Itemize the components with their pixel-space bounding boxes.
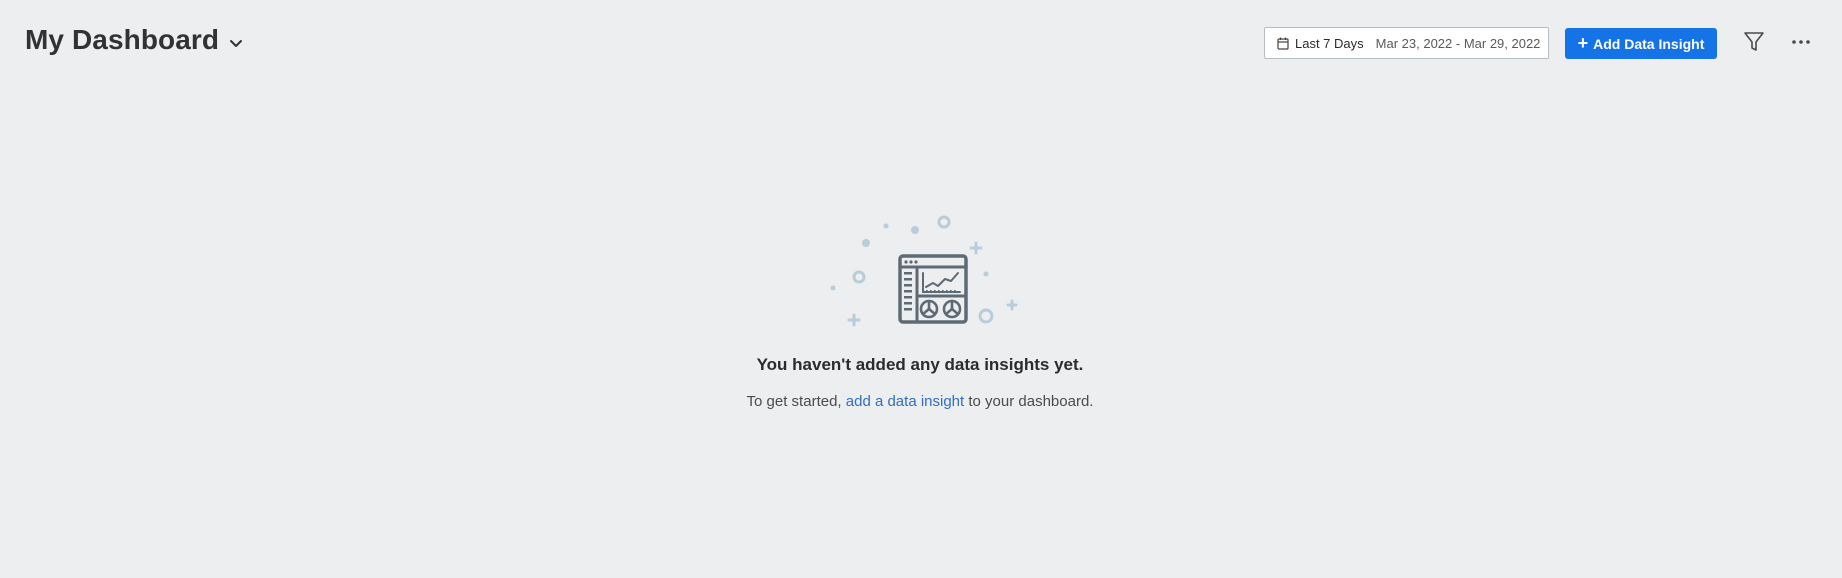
empty-state-heading: You haven't added any data insights yet. [756, 355, 1084, 374]
add-data-insight-link[interactable]: add a data insight [846, 393, 964, 410]
dashboard-title-dropdown[interactable]: My Dashboard [25, 24, 245, 56]
filter-icon[interactable] [1743, 30, 1765, 54]
date-range-label: Mar 23, 2022 - Mar 29, 2022 [1375, 35, 1541, 51]
empty-state-text-before: To get started, [746, 393, 842, 410]
plus-icon: + [1577, 33, 1589, 53]
empty-state-text-after: to your dashboard. [968, 393, 1094, 410]
empty-state: You haven't added any data insights yet.… [0, 210, 1842, 410]
add-data-insight-button[interactable]: + Add Data Insight [1565, 28, 1717, 59]
page-title: My Dashboard [25, 24, 220, 55]
empty-state-message: To get started, add a data insight to yo… [0, 393, 1841, 410]
date-range-picker[interactable]: Last 7 Days Mar 23, 2022 - Mar 29, 2022 [1264, 27, 1549, 59]
date-preset-label: Last 7 Days [1295, 35, 1364, 51]
dashboard-header: My Dashboard Last 7 Days Mar 23, 2022 - … [0, 0, 1842, 86]
add-data-insight-label: Add Data Insight [1593, 35, 1705, 52]
dashboard-illustration [830, 215, 1018, 327]
chevron-down-icon [230, 40, 243, 47]
more-icon[interactable] [1790, 34, 1812, 50]
calendar-icon [1277, 37, 1289, 50]
